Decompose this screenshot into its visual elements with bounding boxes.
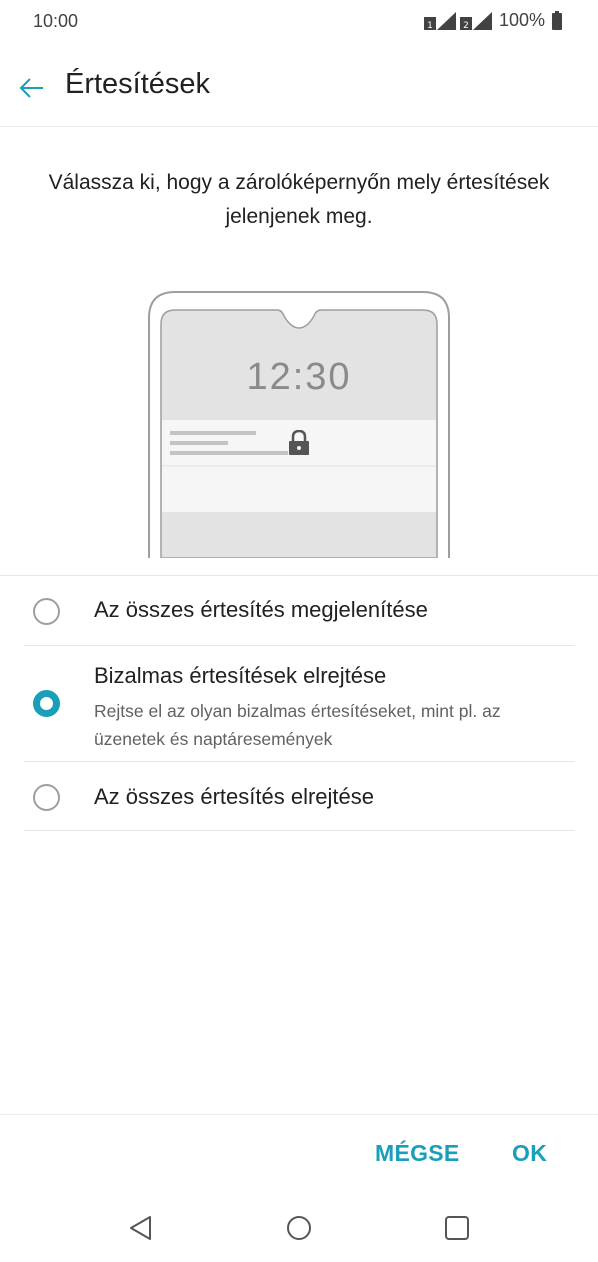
- sim2-signal-icon: 2: [459, 11, 493, 31]
- page-title: Értesítések: [65, 68, 211, 100]
- svg-text:1: 1: [427, 21, 433, 31]
- app-bar: Értesítések: [0, 56, 598, 120]
- nav-home-button[interactable]: [281, 1210, 317, 1246]
- nav-recents-button[interactable]: [439, 1210, 475, 1246]
- lockscreen-illustration: 12:30: [146, 290, 452, 559]
- back-triangle-icon: [130, 1216, 151, 1240]
- option-show-all[interactable]: Az összes értesítés megjelenítése: [0, 576, 598, 646]
- radio-hide-sensitive[interactable]: [33, 690, 60, 717]
- home-circle-icon: [287, 1216, 311, 1240]
- status-bar: 10:00 1 2 100%: [0, 0, 598, 46]
- option-hide-all-label: Az összes értesítés elrejtése: [94, 784, 375, 809]
- option-hide-sensitive-label: Bizalmas értesítések elrejtése: [94, 663, 387, 688]
- option-hide-sensitive-description: Rejtse el az olyan bizalmas értesítéseke…: [94, 701, 501, 749]
- battery-percent: 100%: [498, 10, 545, 30]
- illustration-clock: 12:30: [246, 356, 352, 398]
- description-text: Válassza ki, hogy a zárolóképernyőn mely…: [48, 171, 550, 228]
- svg-text:2: 2: [463, 21, 469, 31]
- recents-square-icon: [445, 1216, 469, 1240]
- radio-show-all[interactable]: [33, 598, 60, 625]
- option-show-all-label: Az összes értesítés megjelenítése: [94, 597, 428, 622]
- lock-icon: [288, 429, 310, 456]
- app-bar-divider: [0, 126, 598, 127]
- option-hide-all[interactable]: Az összes értesítés elrejtése: [0, 762, 598, 832]
- status-time: 10:00: [33, 11, 79, 31]
- navigation-bar: [0, 1190, 598, 1262]
- ok-button[interactable]: OK: [512, 1140, 547, 1167]
- actions-divider: [0, 1114, 598, 1115]
- arrow-left-icon: [19, 78, 43, 98]
- sim1-signal-icon: 1: [423, 11, 457, 31]
- nav-back-button[interactable]: [123, 1210, 159, 1246]
- radio-hide-all[interactable]: [33, 784, 60, 811]
- back-button[interactable]: [16, 72, 48, 104]
- option-hide-sensitive[interactable]: Bizalmas értesítések elrejtése Rejtse el…: [0, 646, 598, 762]
- status-icons: 1 2 100%: [423, 10, 562, 31]
- cancel-button[interactable]: MÉGSE: [375, 1140, 460, 1167]
- battery-full-icon: [552, 11, 562, 30]
- option-divider: [24, 830, 575, 831]
